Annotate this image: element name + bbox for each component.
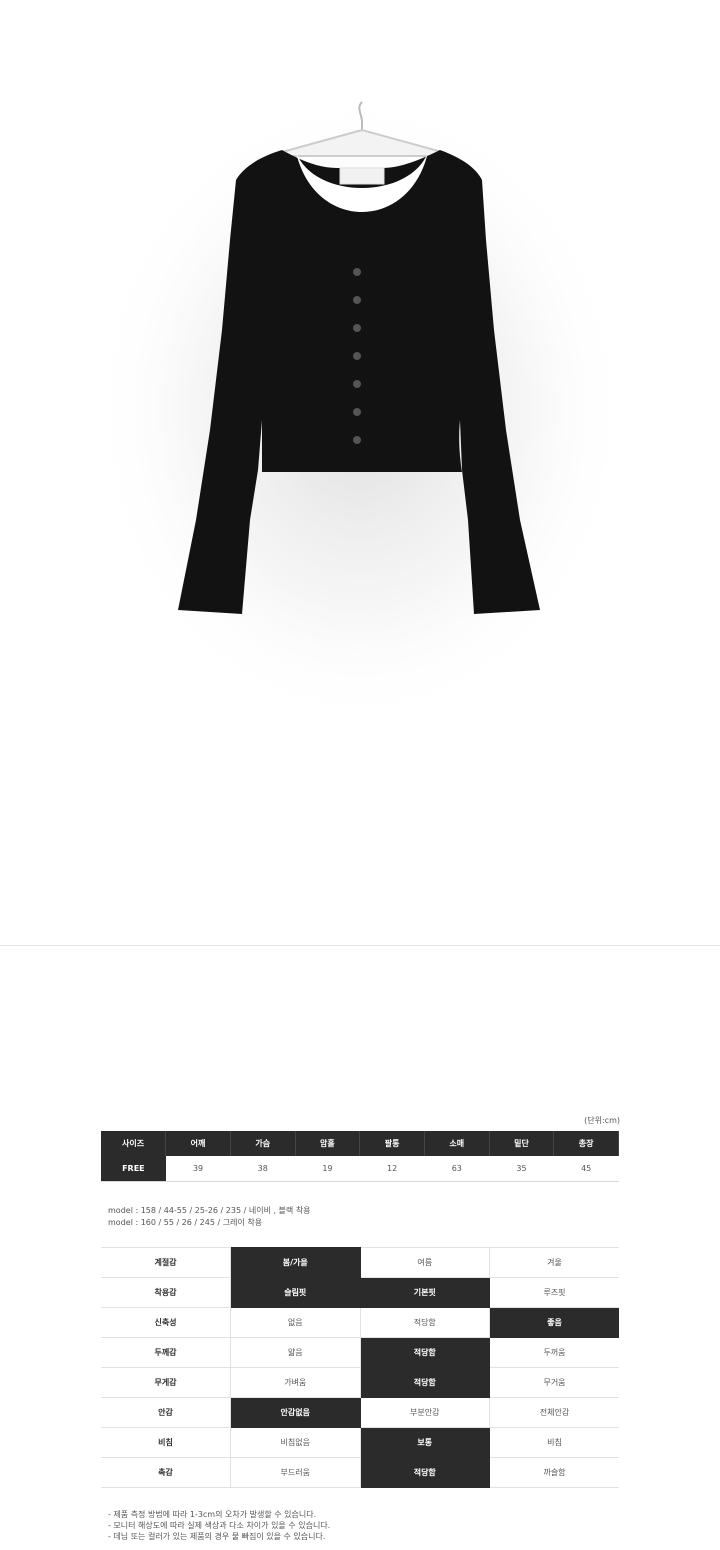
size-value-cell: 19 <box>295 1156 360 1182</box>
size-value-cell: 39 <box>165 1156 231 1182</box>
attribute-option: 적당함 <box>360 1337 490 1368</box>
note-item: - 데님 또는 컬러가 있는 제품의 경우 물 빠짐이 있을 수 있습니다. <box>108 1532 326 1541</box>
attribute-table: 계절감 봄/가을 여름 겨울 착용감 슬림핏 기본핏 루즈핏 신축성 없음 적당함 좋음 두께감 얇음 적당… <box>101 1247 619 1488</box>
attribute-option: 보통 <box>360 1427 490 1458</box>
size-name-cell: FREE <box>101 1156 166 1182</box>
note-item: - 제품 측정 방법에 따라 1-3cm의 오차가 발생할 수 있습니다. <box>108 1510 317 1519</box>
size-header-cell: 밑단 <box>489 1131 555 1156</box>
size-value-cell: 63 <box>424 1156 490 1182</box>
attribute-label: 계절감 <box>101 1247 231 1278</box>
attribute-option: 전체안감 <box>489 1397 619 1428</box>
size-header-cell: 사이즈 <box>101 1131 167 1156</box>
attribute-option: 적당함 <box>360 1367 490 1398</box>
attribute-option: 두꺼움 <box>489 1337 619 1368</box>
attribute-row: 두께감 얇음 적당함 두꺼움 <box>101 1337 619 1368</box>
attribute-option: 기본핏 <box>360 1277 490 1308</box>
neck-label <box>339 167 385 185</box>
attribute-row: 촉감 부드러움 적당함 까슬함 <box>101 1457 619 1488</box>
attribute-option: 없음 <box>230 1307 361 1338</box>
attribute-row: 안감 안감없음 부분안감 전체안감 <box>101 1397 619 1428</box>
attribute-label: 안감 <box>101 1397 231 1428</box>
product-photo <box>0 0 720 945</box>
attribute-option: 좋음 <box>489 1307 619 1338</box>
notes-list: - 제품 측정 방법에 따라 1-3cm의 오차가 발생할 수 있습니다. - … <box>108 1509 330 1542</box>
note-item: - 모니터 해상도에 따라 실제 색상과 다소 차이가 있을 수 있습니다. <box>108 1521 331 1530</box>
cardigan-image <box>90 90 630 730</box>
size-value-cell: 38 <box>230 1156 296 1182</box>
size-value-cell: 35 <box>489 1156 554 1182</box>
size-header-cell: 총장 <box>553 1131 619 1156</box>
attribute-option: 비침없음 <box>230 1427 361 1458</box>
attribute-option: 루즈핏 <box>489 1277 619 1308</box>
attribute-option: 여름 <box>360 1247 490 1278</box>
attribute-option: 적당함 <box>360 1457 490 1488</box>
attribute-row: 착용감 슬림핏 기본핏 루즈핏 <box>101 1277 619 1308</box>
attribute-option: 까슬함 <box>489 1457 619 1488</box>
attribute-option: 안감없음 <box>230 1397 361 1428</box>
size-table: 사이즈 어깨 가슴 암홀 팔통 소매 밑단 총장 FREE 39 38 19 1… <box>101 1131 619 1182</box>
attribute-row: 무게감 가벼움 적당함 무거움 <box>101 1367 619 1398</box>
attribute-option: 무거움 <box>489 1367 619 1398</box>
attribute-label: 비침 <box>101 1427 231 1458</box>
size-header-cell: 소매 <box>424 1131 490 1156</box>
unit-label: (단위:cm) <box>584 1116 620 1125</box>
attribute-option: 겨울 <box>489 1247 619 1278</box>
attribute-option: 부분안감 <box>360 1397 490 1428</box>
attribute-label: 신축성 <box>101 1307 231 1338</box>
section-divider <box>0 945 720 946</box>
size-header-cell: 암홀 <box>295 1131 361 1156</box>
size-value-cell: 12 <box>359 1156 425 1182</box>
model-info-line: model : 160 / 55 / 26 / 245 / 그레이 착용 <box>108 1218 263 1227</box>
attribute-option: 슬림핏 <box>230 1277 361 1308</box>
attribute-label: 촉감 <box>101 1457 231 1488</box>
size-header-cell: 가슴 <box>230 1131 296 1156</box>
attribute-row: 계절감 봄/가을 여름 겨울 <box>101 1247 619 1278</box>
size-table-header: 사이즈 어깨 가슴 암홀 팔통 소매 밑단 총장 <box>101 1131 619 1156</box>
attribute-label: 두께감 <box>101 1337 231 1368</box>
attribute-label: 무게감 <box>101 1367 231 1398</box>
attribute-option: 얇음 <box>230 1337 361 1368</box>
size-table-row: FREE 39 38 19 12 63 35 45 <box>101 1156 619 1182</box>
model-info-line: model : 158 / 44-55 / 25-26 / 235 / 네이비 … <box>108 1206 311 1215</box>
size-header-cell: 팔통 <box>359 1131 425 1156</box>
attribute-option: 가벼움 <box>230 1367 361 1398</box>
attribute-option: 비침 <box>489 1427 619 1458</box>
attribute-option: 봄/가을 <box>230 1247 361 1278</box>
size-value-cell: 45 <box>553 1156 619 1182</box>
size-header-cell: 어깨 <box>165 1131 231 1156</box>
attribute-row: 비침 비침없음 보통 비침 <box>101 1427 619 1458</box>
attribute-option: 부드러움 <box>230 1457 361 1488</box>
attribute-option: 적당함 <box>360 1307 490 1338</box>
attribute-label: 착용감 <box>101 1277 231 1308</box>
attribute-row: 신축성 없음 적당함 좋음 <box>101 1307 619 1338</box>
model-info: model : 158 / 44-55 / 25-26 / 235 / 네이비 … <box>108 1205 311 1229</box>
